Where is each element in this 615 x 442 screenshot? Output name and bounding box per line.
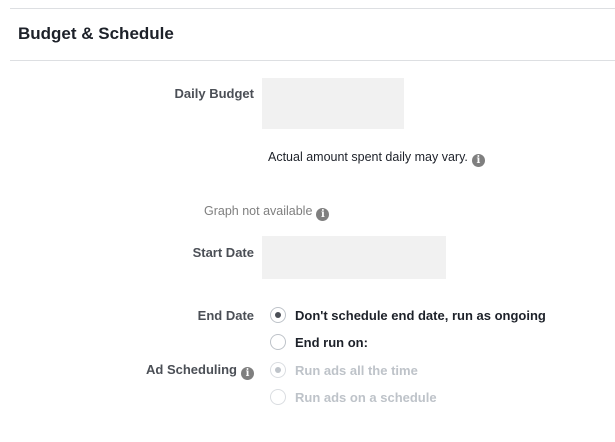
daily-budget-input[interactable] [262,78,404,129]
end-date-option-label: End run on: [295,334,368,350]
ad-scheduling-label: Ad Scheduling i [146,362,254,380]
info-icon[interactable]: i [471,154,485,167]
radio-button-checked[interactable] [270,307,286,323]
radio-button-checked[interactable] [270,362,286,378]
info-icon[interactable]: i [316,208,330,221]
title-divider [10,60,615,61]
end-date-option-ongoing[interactable]: Don't schedule end date, run as ongoing [270,307,546,323]
section-title: Budget & Schedule [18,24,174,43]
top-divider [10,8,615,9]
radio-button[interactable] [270,389,286,405]
start-date-input[interactable] [262,236,446,279]
graph-status: Graph not available i [204,204,330,221]
daily-budget-note-text: Actual amount spent daily may vary. [268,150,468,164]
end-date-option-end-run-on[interactable]: End run on: [270,334,368,350]
radio-button[interactable] [270,334,286,350]
daily-budget-label: Daily Budget [174,86,254,101]
ad-scheduling-option-label: Run ads on a schedule [295,389,437,405]
ad-scheduling-label-text: Ad Scheduling [146,362,237,377]
graph-status-text: Graph not available [204,204,313,218]
daily-budget-note: Actual amount spent daily may vary. i [268,150,485,167]
info-icon[interactable]: i [241,367,254,380]
ad-scheduling-option-schedule[interactable]: Run ads on a schedule [270,389,437,405]
ad-scheduling-option-all-time[interactable]: Run ads all the time [270,362,418,378]
end-date-option-label: Don't schedule end date, run as ongoing [295,307,546,323]
end-date-label: End Date [197,308,254,323]
start-date-label: Start Date [192,245,254,260]
ad-scheduling-option-label: Run ads all the time [295,362,418,378]
